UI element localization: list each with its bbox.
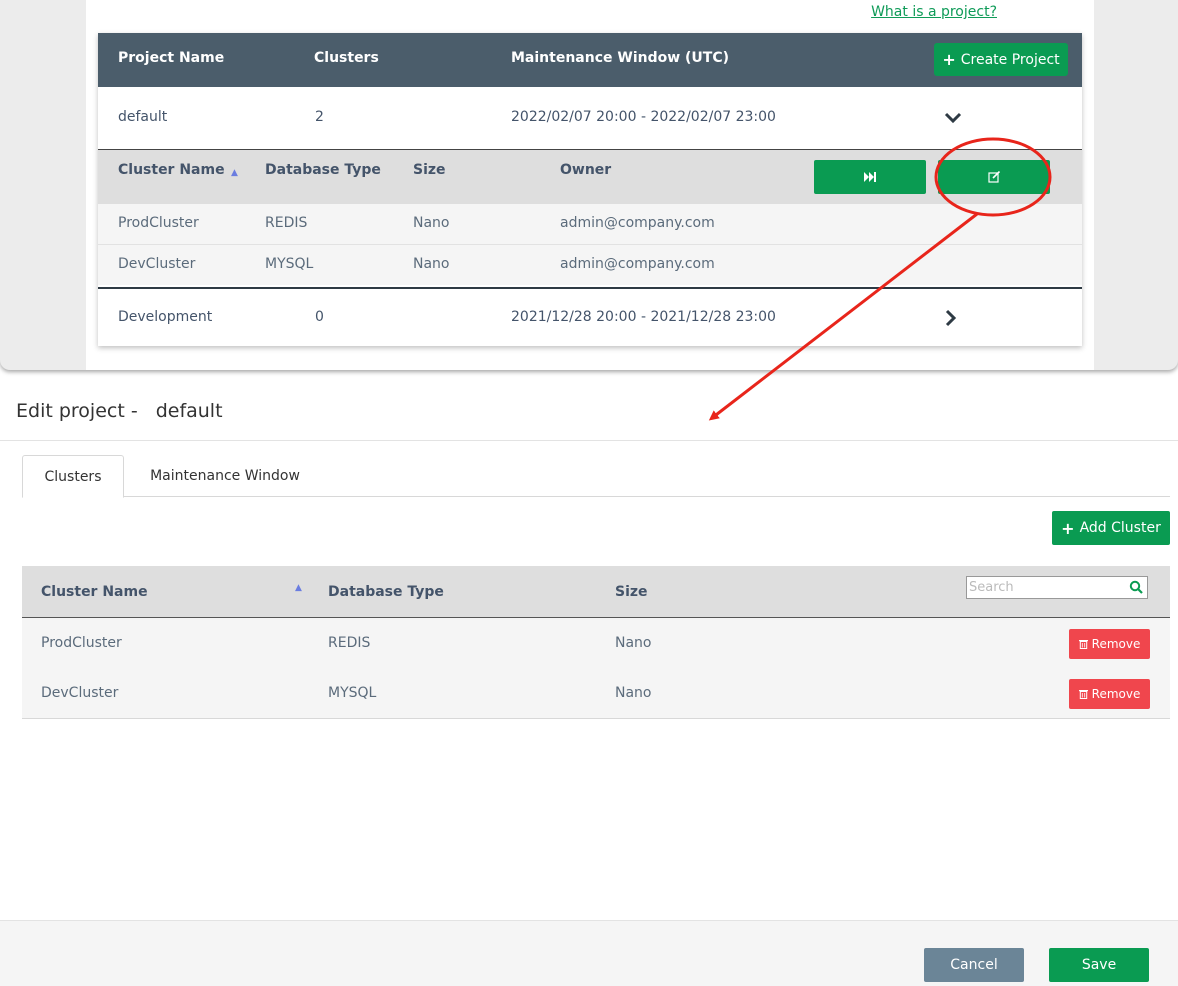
projects-window: What is a project? Project Name Clusters…	[0, 0, 1178, 370]
chevron-down-icon[interactable]	[944, 111, 962, 125]
fast-forward-icon	[864, 172, 876, 182]
cluster-row: DevCluster MYSQL Nano admin@company.com	[98, 245, 1082, 285]
plus-icon: +	[1061, 518, 1075, 538]
save-button[interactable]: Save	[1049, 948, 1149, 982]
table-row: DevCluster MYSQL Nano Remove	[22, 668, 1170, 719]
cluster-name: DevCluster	[118, 256, 196, 272]
divider	[0, 440, 1178, 441]
tab-maintenance-window[interactable]: Maintenance Window	[130, 455, 320, 496]
table-row: ProdCluster REDIS Nano Remove	[22, 618, 1170, 668]
projects-table: Project Name Clusters Maintenance Window…	[98, 33, 1082, 346]
col-project-name[interactable]: Project Name	[118, 50, 224, 66]
chevron-right-icon[interactable]	[944, 309, 958, 327]
add-cluster-button[interactable]: + Add Cluster	[1052, 511, 1170, 545]
project-row-default[interactable]: default 2 2022/02/07 20:00 - 2022/02/07 …	[98, 87, 1082, 147]
cluster-owner: admin@company.com	[560, 256, 715, 272]
add-cluster-label: Add Cluster	[1079, 520, 1161, 536]
cluster-size: Nano	[615, 685, 652, 701]
search-box	[966, 576, 1148, 599]
cluster-type: REDIS	[328, 635, 371, 651]
col-maintenance-window[interactable]: Maintenance Window (UTC)	[511, 50, 729, 66]
cluster-size: Nano	[413, 215, 450, 231]
search-input[interactable]	[969, 579, 1119, 596]
clusters-table: Cluster Name ▲ Database Type Size ProdCl…	[22, 566, 1170, 720]
create-project-label: Create Project	[960, 51, 1060, 68]
cluster-name: DevCluster	[41, 685, 119, 701]
remove-button[interactable]: Remove	[1069, 679, 1150, 709]
remove-label: Remove	[1091, 687, 1141, 701]
cluster-type: MYSQL	[265, 256, 314, 272]
remove-button[interactable]: Remove	[1069, 629, 1150, 659]
col-database-type[interactable]: Database Type	[328, 584, 444, 600]
cluster-row: ProdCluster REDIS Nano admin@company.com	[98, 204, 1082, 245]
sort-ascending-icon[interactable]: ▲	[231, 168, 238, 178]
cluster-name: ProdCluster	[118, 215, 199, 231]
page-title: Edit project - default	[16, 400, 223, 422]
cluster-type: REDIS	[265, 215, 308, 231]
col-size[interactable]: Size	[615, 584, 648, 600]
search-icon[interactable]	[1129, 580, 1143, 594]
cluster-size: Nano	[413, 256, 450, 272]
clusters-subtable-header: Cluster Name ▲ Database Type Size Owner	[98, 149, 1082, 205]
dialog-footer: Cancel Save	[0, 920, 1178, 986]
project-clusters: 0	[315, 309, 324, 325]
cancel-button[interactable]: Cancel	[924, 948, 1024, 982]
create-project-button[interactable]: + Create Project	[934, 43, 1068, 76]
col-clusters[interactable]: Clusters	[314, 50, 379, 66]
sub-col-database-type[interactable]: Database Type	[265, 162, 381, 178]
project-row-development[interactable]: Development 0 2021/12/28 20:00 - 2021/12…	[98, 287, 1082, 349]
title-project-name: default	[155, 400, 223, 422]
edit-icon	[987, 171, 1000, 183]
cluster-size: Nano	[615, 635, 652, 651]
sub-col-cluster-name[interactable]: Cluster Name	[118, 162, 225, 178]
tab-clusters[interactable]: Clusters	[22, 455, 124, 498]
tabs-divider	[22, 496, 1170, 497]
project-name: Development	[118, 309, 213, 325]
trash-icon	[1078, 640, 1088, 649]
remove-label: Remove	[1091, 637, 1141, 651]
cluster-owner: admin@company.com	[560, 215, 715, 231]
clusters-table-header: Cluster Name ▲ Database Type Size	[22, 566, 1170, 618]
sub-col-size[interactable]: Size	[413, 162, 446, 178]
projects-table-header: Project Name Clusters Maintenance Window…	[98, 33, 1082, 87]
title-prefix: Edit project -	[16, 400, 138, 422]
sub-col-owner[interactable]: Owner	[560, 162, 611, 178]
plus-icon: +	[942, 50, 956, 69]
edit-project-button[interactable]	[938, 160, 1050, 194]
cluster-type: MYSQL	[328, 685, 377, 701]
project-window: 2022/02/07 20:00 - 2022/02/07 23:00	[511, 109, 776, 125]
project-clusters: 2	[315, 109, 324, 125]
trash-icon	[1078, 690, 1088, 699]
col-cluster-name[interactable]: Cluster Name	[41, 584, 148, 600]
sort-ascending-icon[interactable]: ▲	[295, 583, 302, 593]
maintenance-now-button[interactable]	[814, 160, 926, 194]
cluster-name: ProdCluster	[41, 635, 122, 651]
project-name: default	[118, 109, 168, 125]
project-window: 2021/12/28 20:00 - 2021/12/28 23:00	[511, 309, 776, 325]
what-is-project-link[interactable]: What is a project?	[871, 4, 997, 20]
